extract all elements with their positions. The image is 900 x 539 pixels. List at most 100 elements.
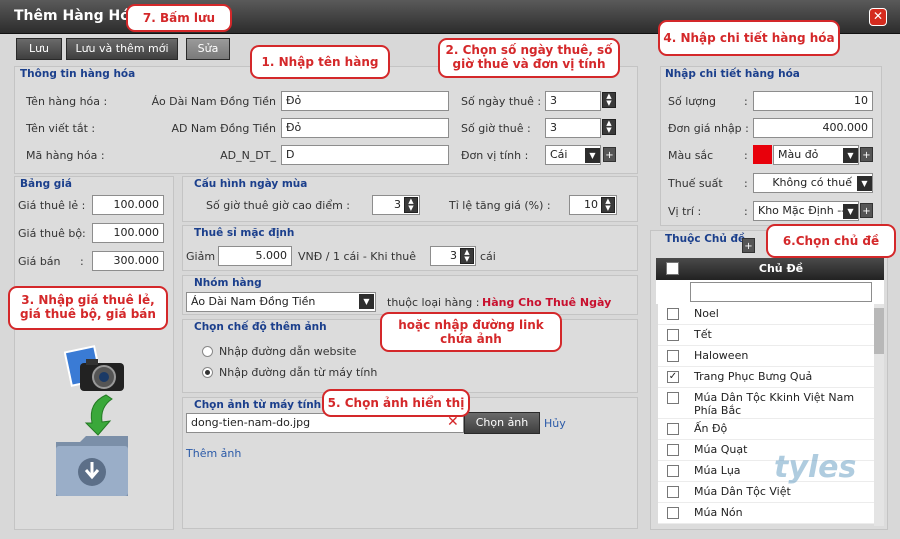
location-label: Vị trí :	[668, 205, 702, 218]
close-icon[interactable]: ✕	[869, 8, 887, 26]
topic-checkbox[interactable]	[667, 444, 679, 456]
hours-label: Số giờ thuê :	[461, 122, 531, 135]
code-input[interactable]: D	[281, 145, 449, 165]
sale-price-label: Giá bán	[18, 255, 61, 268]
topic-checkbox[interactable]	[667, 465, 679, 477]
set-price-input[interactable]: 100.000	[92, 223, 164, 243]
rate-spinner-icon[interactable]: ▲ ▼	[601, 197, 615, 213]
location-add-icon[interactable]: +	[860, 203, 873, 218]
topic-row[interactable]: Tết	[658, 325, 874, 346]
peak-hours-label: Số giờ thuê giờ cao điểm :	[206, 199, 350, 212]
topic-label: Múa Nón	[694, 506, 743, 519]
topic-row[interactable]: Múa Dân Tộc Kkinh Việt Nam Phía Bắc	[658, 388, 874, 419]
default-rent-title: Thuê sỉ mặc định	[194, 227, 295, 239]
days-label: Số ngày thuê :	[461, 95, 542, 108]
select-all-checkbox[interactable]	[666, 262, 679, 275]
peak-hours-spinner-icon[interactable]: ▲ ▼	[404, 197, 418, 213]
unit-dropdown-icon[interactable]: ▼	[585, 148, 600, 163]
days-spinner-icon[interactable]: ▲ ▼	[602, 92, 616, 108]
image-mode-title: Chọn chế độ thêm ảnh	[194, 321, 327, 333]
qty-input[interactable]: 10	[753, 91, 873, 111]
topic-row[interactable]: Múa Nón	[658, 503, 874, 524]
topic-checkbox[interactable]	[667, 329, 679, 341]
bulk-qty-spinner-icon[interactable]: ▲ ▼	[460, 248, 474, 264]
import-price-label: Đơn giá nhập :	[668, 122, 749, 135]
topics-scrollbar[interactable]	[874, 304, 884, 526]
topic-checkbox[interactable]	[667, 423, 679, 435]
radio-web[interactable]	[202, 346, 213, 357]
topic-row[interactable]: Múa Dân Tộc Việt	[658, 482, 874, 503]
green-arrow-icon	[84, 393, 114, 437]
radio-local[interactable]	[202, 367, 213, 378]
color-colon: :	[744, 149, 748, 162]
add-image-link[interactable]: Thêm ảnh	[186, 447, 241, 460]
name-label: Tên hàng hóa :	[26, 95, 108, 108]
topics-header-label: Chủ Đề	[758, 262, 804, 275]
topic-filter-input[interactable]	[690, 282, 872, 302]
name-hint: Áo Dài Nam Đồng Tiền	[151, 95, 276, 108]
topic-label: Múa Dân Tộc Việt	[694, 485, 791, 498]
color-add-icon[interactable]: +	[860, 147, 873, 162]
tax-colon: :	[744, 177, 748, 190]
topic-row[interactable]: Ấn Độ	[658, 419, 874, 440]
callout-1: 1. Nhập tên hàng	[250, 45, 390, 79]
topics-title: Thuộc Chủ đề	[665, 233, 746, 245]
color-swatch	[753, 145, 772, 164]
location-dropdown-icon[interactable]: ▼	[843, 204, 858, 219]
qty-colon: :	[744, 95, 748, 108]
topic-checkbox[interactable]: ✓	[667, 371, 679, 383]
color-label: Màu sắc	[668, 149, 714, 162]
short-name-hint: AD Nam Đồng Tiền	[171, 122, 276, 135]
tax-dropdown-icon[interactable]: ▼	[857, 176, 872, 191]
days-input[interactable]: 3	[545, 91, 601, 111]
name-input[interactable]: Đỏ	[281, 91, 449, 111]
group-dropdown-icon[interactable]: ▼	[359, 294, 374, 309]
group-select[interactable]: Áo Dài Nam Đồng Tiền	[186, 292, 376, 312]
type-value: Hàng Cho Thuê Ngày	[482, 296, 612, 309]
topic-checkbox[interactable]	[667, 308, 679, 320]
season-title: Cấu hình ngày mùa	[194, 178, 308, 190]
bulk-qty-unit: cái	[480, 250, 496, 263]
watermark-logo: tyles	[774, 450, 857, 485]
unit-label: Đơn vị tính :	[461, 149, 529, 162]
topic-row[interactable]: Noel	[658, 304, 874, 325]
topic-label: Noel	[694, 307, 719, 320]
type-label: thuộc loại hàng :	[387, 296, 480, 309]
tax-select[interactable]: Không có thuế	[753, 173, 873, 193]
topic-checkbox[interactable]	[667, 350, 679, 362]
import-price-input[interactable]: 400.000	[753, 118, 873, 138]
choose-image-button[interactable]: Chọn ảnh	[464, 412, 540, 434]
callout-2: 2. Chọn số ngày thuê, số giờ thuê và đơn…	[438, 38, 620, 78]
cancel-link[interactable]: Hủy	[544, 417, 566, 430]
sale-price-input[interactable]: 300.000	[92, 251, 164, 271]
tax-label: Thuế suất	[668, 177, 723, 190]
radio-local-label: Nhập đường dẫn từ máy tính	[219, 366, 378, 379]
save-new-button[interactable]: Lưu và thêm mới	[66, 38, 178, 60]
hours-spinner-icon[interactable]: ▲ ▼	[602, 119, 616, 135]
code-hint: AD_N_DT_	[220, 149, 276, 162]
discount-input[interactable]: 5.000	[218, 246, 292, 266]
radio-web-label: Nhập đường dẫn website	[219, 345, 357, 358]
callout-6: 6.Chọn chủ đề	[766, 224, 896, 258]
edit-button[interactable]: Sửa	[186, 38, 230, 60]
callout-7: 7. Bấm lưu	[126, 4, 232, 32]
topic-add-icon[interactable]: +	[742, 238, 755, 253]
topic-checkbox[interactable]	[667, 507, 679, 519]
hours-input[interactable]: 3	[545, 118, 601, 138]
topic-label: Ấn Độ	[694, 422, 728, 435]
color-dropdown-icon[interactable]: ▼	[843, 148, 858, 163]
topic-row[interactable]: ✓ Trang Phục Bưng Quả	[658, 367, 874, 388]
retail-price-label: Giá thuê lẻ :	[18, 199, 86, 212]
callout-5: 5. Chọn ảnh hiển thị	[322, 389, 470, 417]
group-title: Nhóm hàng	[194, 277, 262, 289]
topic-checkbox[interactable]	[667, 486, 679, 498]
callout-8: hoặc nhập đường link chứa ảnh	[380, 312, 562, 352]
save-button[interactable]: Lưu	[16, 38, 62, 60]
topic-label: Trang Phục Bưng Quả	[694, 370, 813, 383]
location-colon: :	[744, 205, 748, 218]
short-name-input[interactable]: Đỏ	[281, 118, 449, 138]
topic-row[interactable]: Haloween	[658, 346, 874, 367]
retail-price-input[interactable]: 100.000	[92, 195, 164, 215]
topic-checkbox[interactable]	[667, 392, 679, 404]
unit-add-icon[interactable]: +	[603, 147, 616, 162]
